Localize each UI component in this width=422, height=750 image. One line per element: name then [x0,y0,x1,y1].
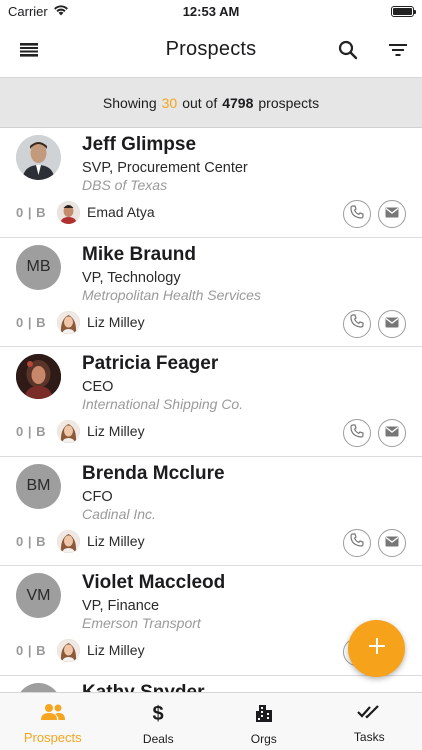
phone-icon [350,533,364,552]
owner-avatar [57,639,80,662]
total-count: 4798 [222,94,254,111]
prospect-title: VP, Finance [82,598,160,614]
owner-name: Liz Milley [87,313,145,330]
prospect-org: Metropolitan Health Services [82,286,261,303]
checkmarks-icon [356,703,382,726]
prospect-row[interactable]: Kathy Snyder [0,675,422,693]
carrier-label: Carrier [8,3,48,19]
prospect-list[interactable]: Jeff Glimpse SVP, Procurement Center DBS… [0,128,422,692]
call-button[interactable] [343,309,371,338]
owner-name: Liz Milley [87,532,145,549]
dollar-icon: $ [151,703,165,728]
battery-icon [391,5,416,17]
avatar: VM [16,573,61,618]
tab-label: Tasks [353,730,385,744]
prospect-score: 0 | B [16,314,46,330]
owner-avatar [57,310,80,334]
phone-icon [350,314,364,333]
prospect-org: DBS of Texas [82,177,168,193]
phone-icon [350,204,364,224]
summary-suffix: prospects [258,94,320,111]
email-button[interactable] [378,419,406,447]
owner-name: Emad Atya [87,204,155,220]
owner-avatar [57,420,80,443]
people-icon [40,703,66,726]
avatar [16,135,61,180]
tab-orgs[interactable]: Orgs [211,693,317,750]
prospect-name: Violet Maccleod [82,572,226,593]
owner-avatar [57,201,80,224]
tab-label: Deals [142,732,174,746]
phone-icon [350,423,364,443]
owner-name: Liz Milley [87,642,145,658]
avatar [16,354,61,399]
owner-avatar [57,529,80,553]
call-button[interactable] [343,528,371,557]
mail-icon [385,205,399,223]
avatar: BM [16,463,61,509]
summary-prefix: Showing [102,94,157,111]
search-icon[interactable] [326,22,370,78]
prospect-name: Mike Braund [82,243,197,265]
building-icon [254,703,274,728]
prospect-title: CEO [82,379,114,395]
wifi-icon [53,4,69,19]
tab-tasks[interactable]: Tasks [317,693,422,750]
prospect-row[interactable]: Jeff Glimpse SVP, Procurement Center DBS… [0,128,422,238]
prospect-name: Patricia Feager [82,353,219,374]
call-button[interactable] [343,200,371,228]
shown-count: 30 [161,94,178,111]
mail-icon [385,534,399,552]
prospect-title: VP, Technology [82,269,181,286]
prospect-org: Emerson Transport [82,615,201,631]
tab-label: Orgs [250,732,277,746]
avatar [16,682,61,692]
tab-deals[interactable]: $ Deals [106,693,212,750]
plus-icon [368,637,386,660]
owner-name: Liz Milley [87,423,145,439]
email-button[interactable] [378,528,406,557]
email-button[interactable] [378,309,406,338]
list-icon[interactable] [7,22,51,78]
prospect-title: SVP, Procurement Center [82,160,248,176]
page-title: Prospects [165,38,257,60]
prospect-org: International Shipping Co. [82,396,244,412]
svg-text:$: $ [153,703,164,723]
add-prospect-button[interactable] [348,620,405,677]
tab-label: Prospects [23,730,82,745]
status-bar: Carrier 12:53 AM [0,0,422,22]
navigation-bar: Prospects [0,22,422,78]
avatar: MB [16,244,61,290]
prospect-title: CFO [82,488,113,505]
summary-middle: out of [182,94,218,111]
prospect-score: 0 | B [16,533,46,549]
prospect-name: Brenda Mcclure [82,462,225,484]
filter-icon[interactable] [376,22,420,78]
prospect-score: 0 | B [16,205,46,220]
prospect-row[interactable]: Patricia Feager CEO International Shippi… [0,347,422,457]
prospect-name: Kathy Snyder [82,681,205,693]
mail-icon [385,424,399,442]
prospect-row[interactable]: MB Mike Braund VP, Technology Metropolit… [0,237,422,347]
prospect-org: Cadinal Inc. [82,505,156,522]
prospect-row[interactable]: BM Brenda Mcclure CFO Cadinal Inc. 0 | B… [0,456,422,566]
results-summary: Showing 30 out of 4798 prospects [0,78,422,128]
prospect-score: 0 | B [16,643,46,658]
call-button[interactable] [343,419,371,447]
tab-prospects[interactable]: Prospects [0,693,106,750]
email-button[interactable] [378,200,406,228]
prospect-score: 0 | B [16,424,46,439]
tab-bar: Prospects $ Deals Orgs Tasks [0,692,422,750]
prospect-name: Jeff Glimpse [82,134,197,155]
mail-icon [385,315,399,333]
